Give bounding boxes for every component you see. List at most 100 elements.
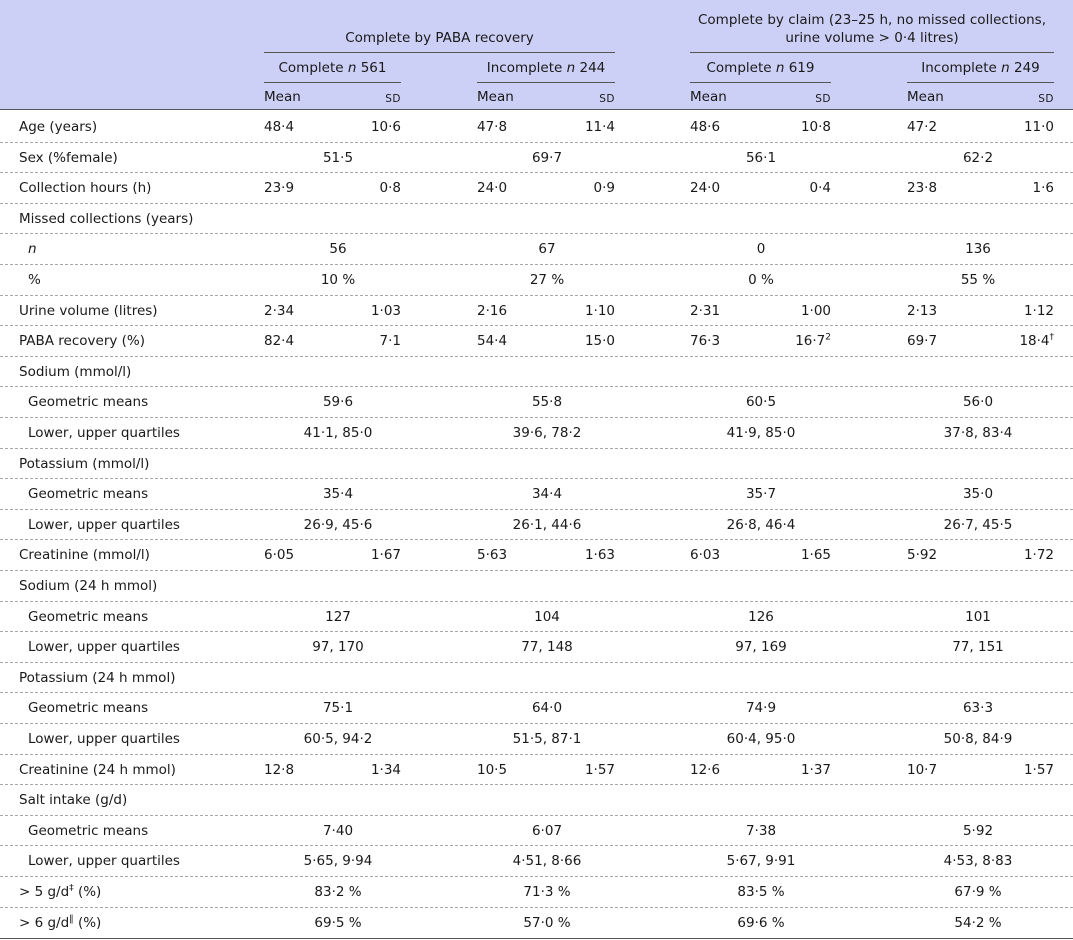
cell-value: 51·5, 87·1: [512, 731, 582, 747]
row-label: Geometric means: [28, 609, 148, 625]
cell-text: 12·8: [264, 762, 295, 778]
cell-value: 51·5: [322, 150, 354, 166]
row-label: Geometric means: [28, 394, 148, 410]
cell-value: 126: [748, 609, 774, 625]
mean-value: 48·4: [264, 119, 294, 135]
sd-value: 1·63: [535, 547, 615, 563]
row-label: > 5 g/d‡ (%): [19, 884, 101, 900]
cell-value: 39·6, 78·2: [512, 425, 582, 441]
mean-col-header: Mean: [907, 89, 944, 105]
cell-text: 11·0: [1023, 119, 1054, 135]
footnote-mark: 2: [825, 332, 831, 343]
mean-value: 24·0: [690, 180, 720, 196]
sd-col-header: SD: [1038, 93, 1054, 105]
cell-text: 18·4: [1019, 333, 1050, 349]
sd-value: 10·6: [321, 119, 401, 135]
row-label-text: Lower, upper quartiles: [28, 517, 180, 533]
row-divider: [0, 815, 1073, 816]
mean-value: 82·4: [264, 333, 294, 349]
cell-value: 136: [965, 241, 991, 257]
cell-value: 101: [965, 609, 991, 625]
row-divider: [0, 386, 1073, 387]
cell-text: 11·4: [584, 119, 615, 135]
row-label: n: [28, 241, 37, 257]
cell-value: 60·4, 95·0: [726, 731, 796, 747]
cell-text: 10·5: [477, 762, 508, 778]
row-label-text: Creatinine (mmol/l): [19, 547, 150, 563]
mean-col-header: Mean: [264, 89, 301, 105]
row-label-text: > 5 g/d: [19, 884, 70, 900]
sd-value: 1·72: [974, 547, 1054, 563]
mean-value: 2·34: [264, 303, 294, 319]
cell-text: 5·92: [907, 547, 938, 563]
cell-text: 2·16: [477, 303, 508, 319]
cell-text: 82·4: [264, 333, 295, 349]
cell-text: 76·3: [690, 333, 721, 349]
cell-value: 4·53, 8·83: [943, 853, 1013, 869]
row-label-text: Missed collections (years): [19, 211, 194, 227]
cell-value: 7·40: [322, 823, 354, 839]
row-label: Geometric means: [28, 486, 148, 502]
mean-value: 5·92: [907, 547, 937, 563]
row-label-text: Sodium (24 h mmol): [19, 578, 158, 594]
sd-value: 7·1: [321, 333, 401, 349]
row-divider: [0, 172, 1073, 173]
cell-text: 6·05: [264, 547, 295, 563]
row-divider: [0, 754, 1073, 755]
sd-value: 1·00: [751, 303, 831, 319]
cell-text: 1·57: [1023, 762, 1054, 778]
row-divider: [0, 662, 1073, 663]
cell-text: 47·8: [477, 119, 508, 135]
sd-value: 1·57: [974, 762, 1054, 778]
row-label: Lower, upper quartiles: [28, 425, 180, 441]
row-label-text: %: [28, 272, 41, 288]
row-divider: [0, 325, 1073, 326]
sd-value: 1·57: [535, 762, 615, 778]
cell-value: 56·1: [745, 150, 777, 166]
table-bottom-rule: [0, 938, 1073, 939]
cell-value: 104: [534, 609, 560, 625]
cell-value: 97, 170: [312, 639, 364, 655]
cell-text: 7·1: [379, 333, 401, 349]
cell-value: 69·7: [531, 150, 563, 166]
cell-text: 47·2: [907, 119, 938, 135]
cell-text: 48·6: [690, 119, 721, 135]
cell-value: 37·8, 83·4: [943, 425, 1013, 441]
cell-value: 56·0: [962, 394, 994, 410]
row-label-text: Geometric means: [28, 700, 149, 716]
row-label: Age (years): [19, 119, 97, 135]
cell-value: 56: [329, 241, 347, 257]
subgroup-n: 561: [356, 60, 387, 76]
cell-value: 60·5, 94·2: [303, 731, 373, 747]
cell-text: 2·13: [907, 303, 938, 319]
subgroup-rule: [907, 82, 1054, 83]
subgroup-n: 244: [575, 60, 606, 76]
cell-text: 1·34: [370, 762, 401, 778]
cell-text: 5·63: [477, 547, 508, 563]
cell-value: 77, 151: [952, 639, 1004, 655]
sd-value: 1·6: [974, 180, 1054, 196]
mean-value: 23·8: [907, 180, 937, 196]
row-divider: [0, 142, 1073, 143]
sd-value: 1·03: [321, 303, 401, 319]
row-label: Salt intake (g/d): [19, 792, 127, 808]
row-divider: [0, 264, 1073, 265]
row-divider: [0, 203, 1073, 204]
sd-value: 18·4†: [974, 333, 1054, 349]
cell-value: 35·7: [745, 486, 777, 502]
group-header-claim-line2: urine volume > 0·4 litres): [785, 30, 959, 46]
cell-text: 48·4: [264, 119, 295, 135]
sd-value: 1·37: [751, 762, 831, 778]
sd-value: 11·4: [535, 119, 615, 135]
subgroup-label: Complete: [706, 60, 776, 76]
cell-text: 24·0: [477, 180, 508, 196]
row-label: PABA recovery (%): [19, 333, 145, 349]
cell-value: 59·6: [322, 394, 354, 410]
row-divider: [0, 723, 1073, 724]
row-divider: [0, 448, 1073, 449]
cell-text: 0·8: [379, 180, 401, 196]
mean-value: 69·7: [907, 333, 937, 349]
mean-value: 6·05: [264, 547, 294, 563]
mean-value: 2·13: [907, 303, 937, 319]
sd-value: 11·0: [974, 119, 1054, 135]
